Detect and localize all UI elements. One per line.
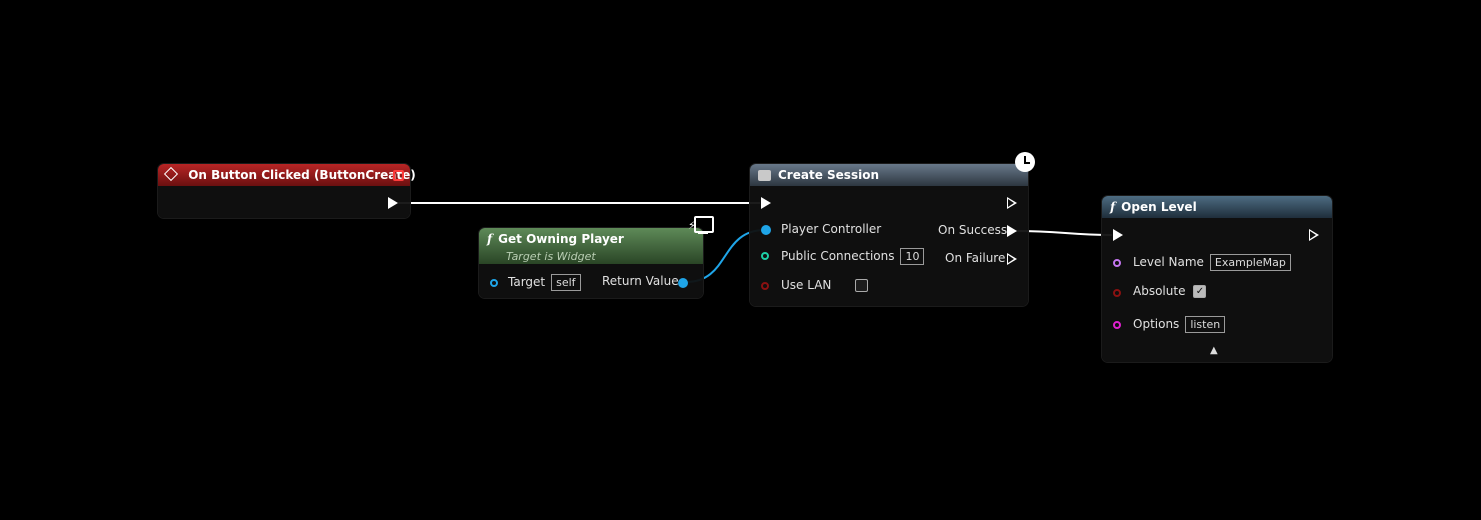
delegate-pin-icon[interactable] — [393, 170, 404, 181]
absolute-pin[interactable] — [1113, 289, 1121, 297]
get-owning-player-title: Get Owning Player — [498, 232, 624, 246]
create-session-exec-in-pin[interactable] — [761, 197, 771, 209]
open-level-title: Open Level — [1121, 200, 1197, 214]
return-value-label: Return Value — [602, 274, 679, 288]
clock-icon — [1015, 152, 1035, 172]
return-value-pin[interactable] — [678, 278, 688, 288]
public-connections-label: Public Connections — [781, 249, 895, 263]
event-node-header[interactable]: On Button Clicked (ButtonCreate) — [158, 164, 416, 186]
open-level-exec-in-pin[interactable] — [1113, 229, 1123, 241]
event-node-title: On Button Clicked (ButtonCreate) — [188, 168, 416, 182]
node-get-owning-player[interactable]: f Get Owning Player Target is Widget Targ… — [479, 228, 703, 298]
level-name-pin[interactable] — [1113, 259, 1121, 267]
get-owning-player-header[interactable]: f Get Owning Player Target is Widget — [479, 228, 703, 264]
create-session-title: Create Session — [778, 168, 879, 182]
event-exec-out-pin[interactable] — [388, 197, 398, 209]
options-input[interactable]: listen — [1185, 316, 1226, 333]
node-open-level[interactable]: f Open Level Level Name ExampleMap Absolut… — [1102, 196, 1332, 362]
options-label: Options — [1133, 317, 1180, 331]
target-label: Target — [508, 275, 546, 289]
options-row: Options listen — [1133, 316, 1226, 333]
node-create-session[interactable]: Create Session Player Controller Public … — [750, 164, 1028, 306]
public-connections-pin[interactable] — [761, 252, 769, 260]
absolute-checkbox[interactable]: ✓ — [1193, 285, 1207, 298]
absolute-label: Absolute — [1133, 284, 1186, 298]
open-level-header[interactable]: f Open Level — [1102, 196, 1332, 218]
macro-icon — [758, 170, 771, 181]
exec-wire-success-to-openlevel — [1014, 230, 1113, 236]
player-controller-pin[interactable] — [761, 225, 771, 235]
level-name-input[interactable]: ExampleMap — [1209, 254, 1291, 271]
public-connections-row: Public Connections 10 — [781, 248, 925, 265]
on-failure-exec-pin[interactable] — [1007, 253, 1017, 265]
player-controller-label: Player Controller — [781, 222, 882, 236]
open-level-exec-out-pin[interactable] — [1309, 229, 1319, 241]
event-diamond-icon — [163, 166, 179, 182]
level-name-label: Level Name — [1133, 255, 1204, 269]
function-f-icon: f — [1110, 200, 1116, 214]
target-pin-row: Target self — [508, 274, 581, 291]
use-lan-row: Use LAN — [781, 278, 869, 292]
event-node-on-button-clicked[interactable]: On Button Clicked (ButtonCreate) — [158, 164, 416, 218]
on-success-label: On Success — [938, 223, 1008, 237]
create-session-header[interactable]: Create Session — [750, 164, 1028, 186]
target-pin[interactable] — [490, 279, 498, 287]
options-pin[interactable] — [1113, 321, 1121, 329]
level-name-row: Level Name ExampleMap — [1133, 254, 1291, 271]
on-success-exec-pin[interactable] — [1007, 225, 1017, 237]
function-f-icon: f — [487, 232, 493, 246]
get-owning-player-subtitle: Target is Widget — [506, 250, 596, 263]
use-lan-checkbox[interactable] — [855, 279, 869, 292]
monitor-icon: ⚡ — [688, 215, 714, 237]
on-failure-label: On Failure — [945, 251, 1006, 265]
use-lan-label: Use LAN — [781, 278, 832, 292]
target-value[interactable]: self — [551, 274, 581, 291]
public-connections-input[interactable]: 10 — [900, 248, 925, 265]
create-session-exec-out-pin[interactable] — [1007, 197, 1017, 209]
absolute-row: Absolute ✓ — [1133, 284, 1207, 298]
expand-arrow-icon[interactable]: ▲ — [1210, 345, 1218, 356]
use-lan-pin[interactable] — [761, 282, 769, 290]
